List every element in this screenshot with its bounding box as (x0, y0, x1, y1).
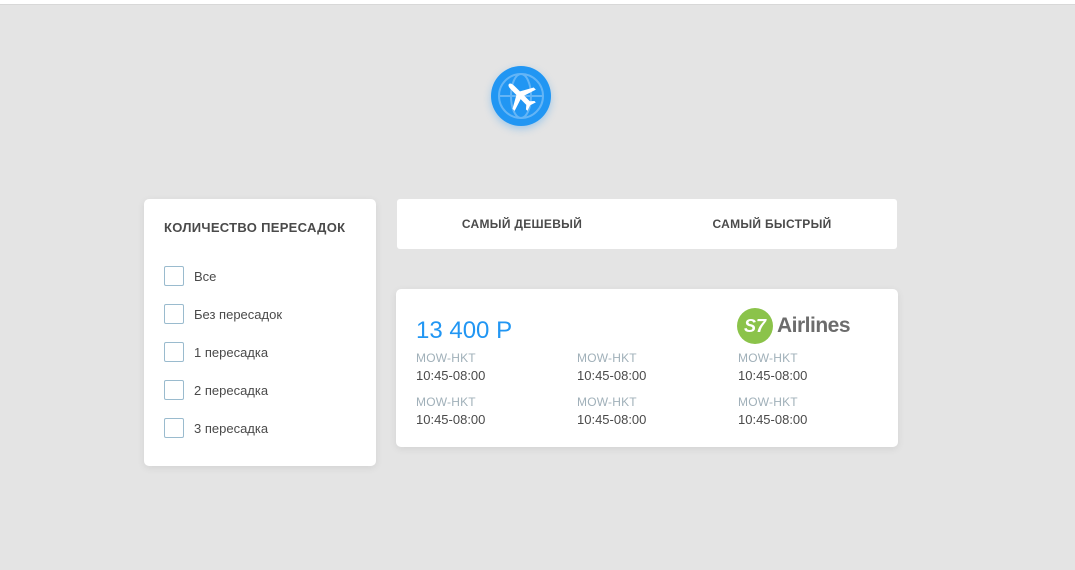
segment-time: 10:45-08:00 (416, 368, 486, 383)
segment-time: 10:45-08:00 (738, 412, 808, 427)
top-bar (0, 0, 1075, 5)
segment-route: MOW-HKT (738, 395, 798, 409)
airline-logo: S7 Airlines (737, 308, 851, 344)
ticket-card[interactable]: 13 400 Р S7 Airlines MOW-HKT 10:45-08:00… (396, 289, 898, 447)
segment: MOW-HKT 10:45-08:00 (577, 395, 717, 427)
segment: MOW-HKT 10:45-08:00 (577, 351, 717, 383)
checkbox[interactable] (164, 266, 184, 286)
segment-time: 10:45-08:00 (738, 368, 808, 383)
filter-option-label: Все (194, 268, 217, 284)
segment-time: 10:45-08:00 (577, 368, 647, 383)
checkbox[interactable] (164, 418, 184, 438)
segment: MOW-HKT 10:45-08:00 (416, 351, 556, 383)
filter-option-2-stops[interactable]: 2 пересадка (164, 380, 364, 400)
segment-route: MOW-HKT (416, 351, 476, 365)
ticket-price: 13 400 Р (416, 317, 513, 344)
segment-route: MOW-HKT (577, 395, 637, 409)
filter-option-1-stop[interactable]: 1 пересадка (164, 342, 364, 362)
sort-tabs: САМЫЙ ДЕШЕВЫЙ САМЫЙ БЫСТРЫЙ (397, 199, 897, 249)
filter-option-label: Без пересадок (194, 306, 283, 322)
tab-cheapest[interactable]: САМЫЙ ДЕШЕВЫЙ (397, 199, 647, 249)
airline-logo-mark: S7 (737, 308, 773, 344)
filter-option-all[interactable]: Все (164, 266, 364, 286)
checkbox[interactable] (164, 304, 184, 324)
segment-time: 10:45-08:00 (577, 412, 647, 427)
airplane-logo-icon (491, 66, 551, 126)
filter-option-label: 1 пересадка (194, 344, 269, 360)
filter-option-no-stops[interactable]: Без пересадок (164, 304, 364, 324)
segment: MOW-HKT 10:45-08:00 (738, 351, 878, 383)
tab-fastest[interactable]: САМЫЙ БЫСТРЫЙ (647, 199, 897, 249)
segment-route: MOW-HKT (416, 395, 476, 409)
filter-option-label: 2 пересадка (194, 382, 269, 398)
segment-route: MOW-HKT (577, 351, 637, 365)
airline-name: Airlines (777, 314, 851, 337)
checkbox[interactable] (164, 380, 184, 400)
segment-route: MOW-HKT (738, 351, 798, 365)
segment: MOW-HKT 10:45-08:00 (416, 395, 556, 427)
checkbox[interactable] (164, 342, 184, 362)
segment-time: 10:45-08:00 (416, 412, 486, 427)
stops-filter-panel: КОЛИЧЕСТВО ПЕРЕСАДОК Все Без пересадок 1… (144, 199, 376, 466)
filter-title: КОЛИЧЕСТВО ПЕРЕСАДОК (164, 220, 346, 235)
filter-option-label: 3 пересадка (194, 420, 269, 436)
filter-option-3-stops[interactable]: 3 пересадка (164, 418, 364, 438)
segment: MOW-HKT 10:45-08:00 (738, 395, 878, 427)
